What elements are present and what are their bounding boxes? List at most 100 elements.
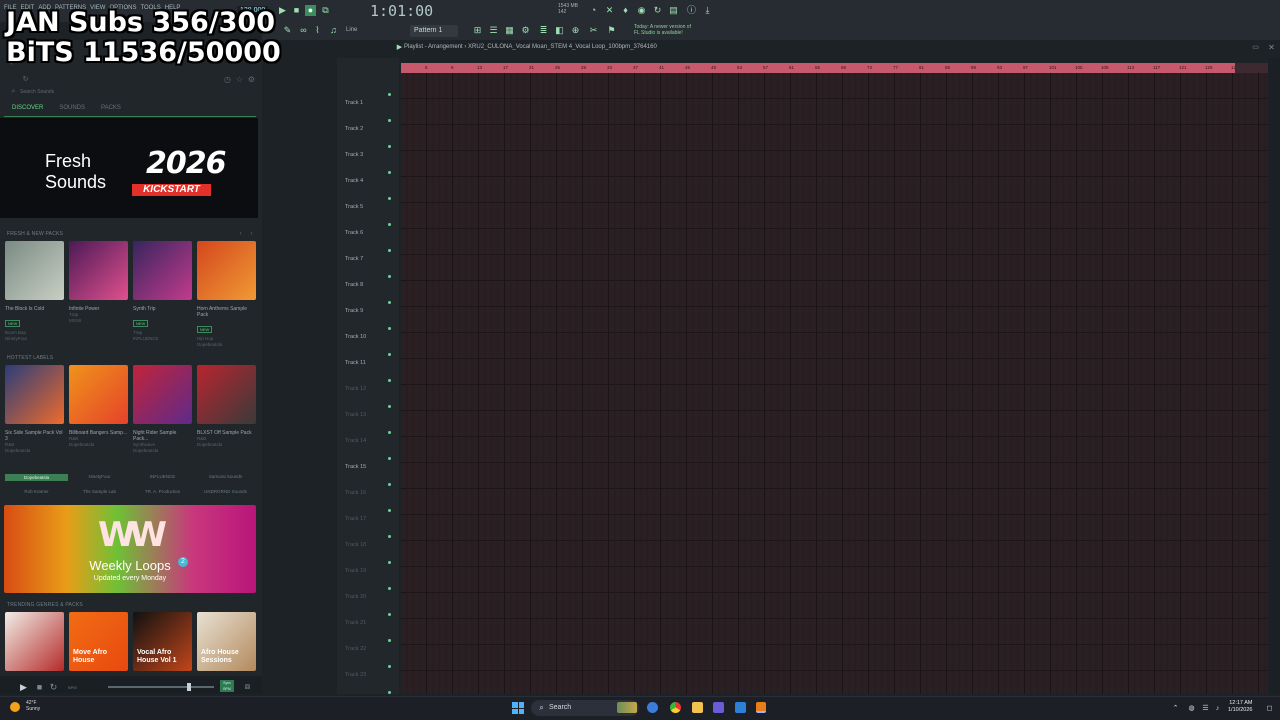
taskbar-search-highlight-icon[interactable] bbox=[617, 702, 637, 713]
track-header[interactable]: Track 19 bbox=[345, 568, 366, 574]
track-header[interactable]: Track 7 bbox=[345, 256, 363, 262]
mail-icon[interactable] bbox=[735, 702, 746, 713]
prev-arrow-icon[interactable]: ‹ bbox=[235, 229, 246, 240]
label-chip[interactable]: Dopebeatsla bbox=[5, 474, 68, 481]
track-mute-led[interactable] bbox=[388, 301, 391, 304]
pack-card[interactable]: Billboard Bangers Samp... R&B Dopebeatsla bbox=[69, 365, 128, 448]
track-header[interactable]: Track 5 bbox=[345, 204, 363, 210]
playlist-grid[interactable] bbox=[401, 73, 1268, 694]
track-mute-led[interactable] bbox=[388, 509, 391, 512]
label-chip[interactable]: Rob Kramer bbox=[5, 489, 68, 494]
label-chip[interactable]: The Sample Lab bbox=[68, 489, 131, 494]
browser-search-input[interactable]: Search Sounds bbox=[20, 89, 54, 95]
wifi-icon[interactable]: ☰ bbox=[1200, 703, 1211, 714]
plugin-picker-icon[interactable]: ⊕ bbox=[570, 25, 581, 36]
track-mute-led[interactable] bbox=[388, 249, 391, 252]
track-mute-led[interactable] bbox=[388, 327, 391, 330]
next-arrow-icon[interactable]: › bbox=[246, 229, 257, 240]
loop-icon[interactable]: ↻ bbox=[652, 5, 663, 16]
pack-card[interactable]: Vocal Afro House Vol 1 bbox=[133, 612, 192, 671]
chrome-icon[interactable] bbox=[670, 702, 681, 713]
hero-banner[interactable]: Fresh Sounds 2026 KICKSTART bbox=[0, 118, 258, 218]
browser-icon[interactable]: ◧ bbox=[554, 25, 565, 36]
track-mute-led[interactable] bbox=[388, 275, 391, 278]
pack-card[interactable]: Night Rider Sample Pack... Synthwave Dopeb… bbox=[133, 365, 192, 454]
channel-rack-icon[interactable]: ▦ bbox=[504, 25, 515, 36]
track-header[interactable]: Track 13 bbox=[345, 412, 366, 418]
track-mute-led[interactable] bbox=[388, 457, 391, 460]
link-icon[interactable]: ∞ bbox=[298, 25, 309, 36]
track-mute-led[interactable] bbox=[388, 379, 391, 382]
volume-icon[interactable]: ♪ bbox=[1212, 703, 1223, 714]
update-notice[interactable]: Today: A newer version of FL Studio is a… bbox=[634, 24, 691, 36]
tab-packs[interactable]: PACKS bbox=[101, 105, 121, 111]
track-mute-led[interactable] bbox=[388, 197, 391, 200]
tag-icon[interactable]: ⚑ bbox=[606, 25, 617, 36]
file-explorer-icon[interactable] bbox=[692, 702, 703, 713]
scissors-icon[interactable]: ✂ bbox=[588, 25, 599, 36]
metronome-icon[interactable]: ◔ bbox=[588, 5, 599, 16]
track-header[interactable]: Track 20 bbox=[345, 594, 366, 600]
preview-stop-icon[interactable]: ■ bbox=[34, 682, 45, 693]
pack-card[interactable]: Move Afro House bbox=[69, 612, 128, 671]
timeline-ruler[interactable]: 5 9 13 17 21 25 29 33 37 41 45 49 53 57 61 65 69 73 77 81 85… bbox=[401, 63, 1239, 73]
preview-volume-knob[interactable] bbox=[187, 683, 191, 691]
minimize-icon[interactable]: ▭ bbox=[1250, 42, 1261, 53]
drag-icon[interactable]: ⧈ bbox=[242, 681, 253, 692]
pack-card[interactable]: The Block Is Cold NEW Boom Bap NinetyFour bbox=[5, 241, 64, 342]
track-header[interactable]: Track 10 bbox=[345, 334, 366, 340]
track-header[interactable]: Track 6 bbox=[345, 230, 363, 236]
track-header[interactable]: Track 3 bbox=[345, 152, 363, 158]
track-mute-led[interactable] bbox=[388, 587, 391, 590]
playlist-icon[interactable]: ≣ bbox=[538, 25, 549, 36]
tab-sounds[interactable]: SOUNDS bbox=[59, 105, 85, 111]
settings-icon[interactable]: ⚙ bbox=[246, 74, 257, 85]
history-icon[interactable]: ◷ bbox=[222, 74, 233, 85]
track-mute-led[interactable] bbox=[388, 613, 391, 616]
track-header[interactable]: Track 18 bbox=[345, 542, 366, 548]
track-header[interactable]: Track 9 bbox=[345, 308, 363, 314]
snap-select[interactable]: Line bbox=[346, 25, 357, 36]
pattern-selector[interactable]: Pattern 1 bbox=[410, 25, 458, 37]
edge-icon[interactable] bbox=[647, 702, 658, 713]
download-icon[interactable]: ⤓ bbox=[702, 5, 713, 16]
track-mute-led[interactable] bbox=[388, 431, 391, 434]
track-header[interactable]: Track 8 bbox=[345, 282, 363, 288]
track-header[interactable]: Track 12 bbox=[345, 386, 366, 392]
track-mute-led[interactable] bbox=[388, 171, 391, 174]
windows-start-icon[interactable] bbox=[512, 702, 524, 714]
record-icon[interactable]: ● bbox=[305, 5, 316, 16]
track-mute-led[interactable] bbox=[388, 119, 391, 122]
track-mute-led[interactable] bbox=[388, 535, 391, 538]
pencil-icon[interactable]: ✎ bbox=[282, 25, 293, 36]
track-header[interactable]: Track 4 bbox=[345, 178, 363, 184]
track-mute-led[interactable] bbox=[388, 145, 391, 148]
track-header[interactable]: Track 11 bbox=[345, 360, 366, 366]
fl-studio-icon[interactable] bbox=[756, 702, 766, 713]
info-icon[interactable]: ⓘ bbox=[686, 5, 697, 16]
tray-app-icon[interactable]: ◍ bbox=[1186, 703, 1197, 714]
track-header[interactable]: Track 17 bbox=[345, 516, 366, 522]
countdown-icon[interactable]: ◉ bbox=[636, 5, 647, 16]
wait-input-icon[interactable]: ✕ bbox=[604, 5, 615, 16]
track-mute-led[interactable] bbox=[388, 93, 391, 96]
label-chip[interactable]: INFLUENCE bbox=[131, 474, 194, 481]
mixer-icon[interactable]: ⊞ bbox=[472, 25, 483, 36]
piano-roll-icon[interactable]: ☰ bbox=[488, 25, 499, 36]
label-chip[interactable]: NinetyFour bbox=[68, 474, 131, 481]
track-mute-led[interactable] bbox=[388, 665, 391, 668]
sync-bpm-button[interactable]: Sync BPM bbox=[220, 680, 234, 692]
mic-icon[interactable]: ♦ bbox=[620, 5, 631, 16]
teams-icon[interactable] bbox=[713, 702, 724, 713]
pack-card[interactable]: Afro House Sessions bbox=[197, 612, 256, 671]
track-header[interactable]: Track 15 bbox=[345, 464, 366, 470]
plugin-icon[interactable]: ⚙ bbox=[520, 25, 531, 36]
track-mute-led[interactable] bbox=[388, 223, 391, 226]
refresh-icon[interactable]: ↻ bbox=[20, 74, 31, 85]
track-header[interactable]: Track 2 bbox=[345, 126, 363, 132]
notification-icon[interactable]: ◻ bbox=[1264, 703, 1275, 714]
track-mute-led[interactable] bbox=[388, 353, 391, 356]
weather-widget[interactable]: 42°F Sunny bbox=[26, 700, 40, 712]
label-chip[interactable]: TR. A. Production bbox=[131, 489, 194, 494]
preview-loop-icon[interactable]: ↻ bbox=[48, 682, 59, 693]
